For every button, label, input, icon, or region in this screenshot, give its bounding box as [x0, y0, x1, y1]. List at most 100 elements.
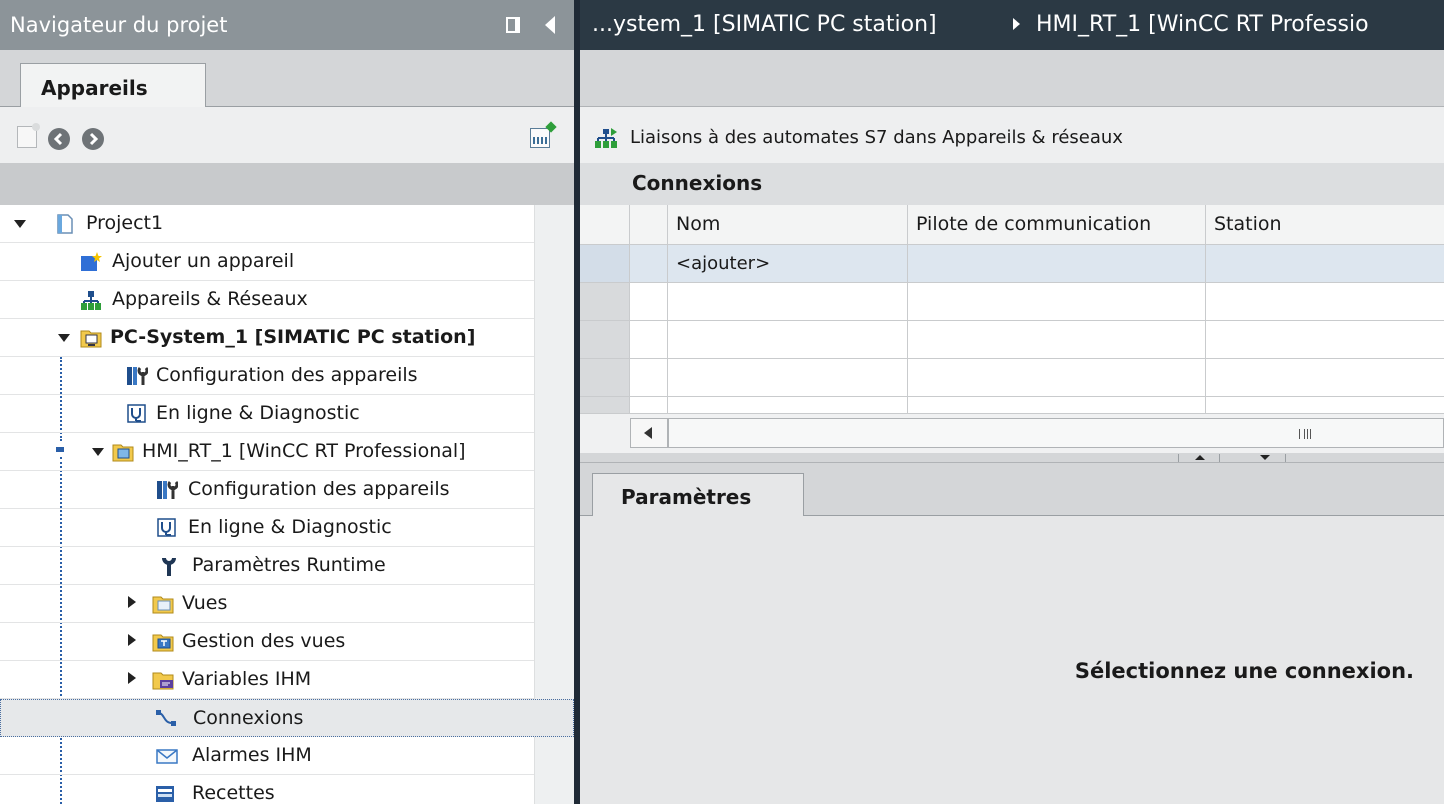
tree-item-screen-management[interactable]: Gestion des vues	[0, 623, 534, 661]
table-cell[interactable]	[908, 321, 1206, 359]
tree-item-hmi-alarms[interactable]: Alarmes IHM	[0, 737, 534, 775]
recipes-icon	[156, 786, 174, 802]
row-header[interactable]	[580, 397, 630, 413]
table-cell[interactable]	[668, 321, 908, 359]
hmi-device-icon	[112, 444, 134, 462]
expanded-icon[interactable]	[92, 448, 104, 456]
row-indicator	[630, 245, 668, 283]
tree-item-add-device[interactable]: Ajouter un appareil	[0, 243, 534, 281]
tab-devices-label: Appareils	[41, 76, 148, 100]
tree-item-label: Paramètres Runtime	[192, 554, 386, 576]
screen-management-folder-icon	[152, 634, 174, 652]
table-cell[interactable]	[668, 283, 908, 321]
wrench-icon	[162, 557, 176, 576]
add-connection-cell[interactable]: <ajouter>	[676, 253, 770, 274]
device-config-icon	[127, 367, 148, 385]
back-arrow-icon[interactable]	[48, 128, 70, 150]
table-cell[interactable]	[1206, 245, 1444, 283]
tree-item-online-diagnostics[interactable]: En ligne & Diagnostic	[0, 509, 534, 547]
collapsed-icon[interactable]	[128, 596, 136, 608]
screens-folder-icon	[152, 596, 174, 614]
tree-item-label: En ligne & Diagnostic	[156, 402, 360, 424]
select-connection-message: Sélectionnez une connexion.	[1074, 659, 1414, 683]
s7-connections-link[interactable]: Liaisons à des automates S7 dans Apparei…	[630, 127, 1123, 148]
editor-toolbar-strip	[580, 50, 1444, 107]
navigator-title-bar: Navigateur du projet	[0, 0, 574, 50]
table-cell[interactable]	[1206, 359, 1444, 397]
collapsed-icon[interactable]	[128, 634, 136, 646]
tree-item-devices-networks[interactable]: Appareils & Réseaux	[0, 281, 534, 319]
expanded-icon[interactable]	[14, 220, 26, 228]
row-header[interactable]	[580, 359, 630, 397]
expanded-icon[interactable]	[58, 334, 70, 342]
table-cell[interactable]	[908, 283, 1206, 321]
table-cell[interactable]	[1206, 283, 1444, 321]
table-row-add[interactable]: <ajouter>	[668, 245, 908, 283]
scroll-left-icon[interactable]	[630, 418, 668, 448]
row-header[interactable]	[580, 283, 630, 321]
table-cell[interactable]	[908, 397, 1206, 413]
column-header-driver[interactable]: Pilote de communication	[908, 205, 1206, 245]
column-header-label: Station	[1214, 213, 1282, 235]
tab-devices[interactable]: Appareils	[20, 63, 206, 108]
row-indicator	[630, 321, 668, 359]
editor-area: ...ystem_1 [SIMATIC PC station] HMI_RT_1…	[580, 0, 1444, 804]
table-cell[interactable]	[908, 359, 1206, 397]
tree-item-project1[interactable]: Project1	[0, 205, 534, 243]
add-device-icon	[81, 252, 102, 271]
row-header[interactable]	[580, 321, 630, 359]
tree-item-label: Gestion des vues	[182, 630, 346, 652]
new-item-icon[interactable]	[17, 123, 40, 148]
tab-parameters[interactable]: Paramètres	[592, 473, 804, 517]
tree-item-label: Configuration des appareils	[156, 364, 418, 386]
tree-item-label: Vues	[182, 592, 228, 614]
tree-item-runtime-settings[interactable]: Paramètres Runtime	[0, 547, 534, 585]
breadcrumb-item[interactable]: HMI_RT_1 [WinCC RT Professio	[1036, 12, 1369, 37]
show-overview-icon[interactable]	[530, 128, 550, 148]
editor-splitter[interactable]	[580, 453, 1444, 463]
collapse-left-icon[interactable]	[545, 16, 555, 34]
envelope-icon	[156, 749, 178, 764]
navigator-toolbar	[0, 107, 574, 163]
forward-arrow-icon[interactable]	[82, 128, 104, 150]
tree-item-label: Variables IHM	[182, 668, 312, 690]
connections-table: Nom Pilote de communication Station <ajo…	[580, 205, 1444, 413]
row-indicator	[630, 359, 668, 397]
collapse-up-icon[interactable]	[1178, 454, 1220, 462]
tree-item-connections[interactable]: Connexions	[0, 699, 574, 737]
table-corner	[580, 205, 630, 245]
pin-icon[interactable]	[506, 17, 520, 33]
collapse-down-icon[interactable]	[1244, 454, 1286, 462]
tree-item-hmi-tags[interactable]: Variables IHM	[0, 661, 534, 699]
tree-item-label: HMI_RT_1 [WinCC RT Professional]	[142, 440, 466, 462]
column-header-label: Pilote de communication	[916, 213, 1152, 235]
table-cell[interactable]	[1206, 321, 1444, 359]
table-cell[interactable]	[908, 245, 1206, 283]
tree-item-device-config[interactable]: Configuration des appareils	[0, 357, 534, 395]
table-cell[interactable]	[668, 397, 908, 413]
tree-item-hmi-rt[interactable]: HMI_RT_1 [WinCC RT Professional]	[0, 433, 534, 471]
diagnostics-icon	[127, 404, 146, 423]
column-header-name[interactable]: Nom	[668, 205, 908, 245]
tree-item-label: Recettes	[192, 782, 275, 804]
column-header-station[interactable]: Station	[1206, 205, 1444, 245]
row-header[interactable]	[580, 245, 630, 283]
tree-item-label: En ligne & Diagnostic	[188, 516, 392, 538]
collapsed-icon[interactable]	[128, 672, 136, 684]
tree-item-recipes[interactable]: Recettes	[0, 775, 534, 804]
tree-item-pc-system[interactable]: PC-System_1 [SIMATIC PC station]	[0, 319, 534, 357]
tree-item-screens[interactable]: Vues	[0, 585, 534, 623]
tree-item-device-config[interactable]: Configuration des appareils	[0, 471, 534, 509]
scrollbar-thumb[interactable]	[668, 418, 1444, 448]
horizontal-scrollbar[interactable]	[580, 413, 1444, 453]
breadcrumb-item[interactable]: ...ystem_1 [SIMATIC PC station]	[592, 12, 937, 37]
navigator-title: Navigateur du projet	[10, 13, 228, 37]
column-header-label: Nom	[676, 213, 721, 235]
pc-station-icon	[80, 330, 102, 348]
tree-item-online-diagnostics[interactable]: En ligne & Diagnostic	[0, 395, 534, 433]
tab-parameters-label: Paramètres	[621, 485, 752, 509]
properties-tab-bar: Paramètres	[580, 463, 1444, 517]
network-link-icon[interactable]	[593, 128, 619, 150]
diagnostics-icon	[157, 518, 176, 537]
table-cell[interactable]	[668, 359, 908, 397]
